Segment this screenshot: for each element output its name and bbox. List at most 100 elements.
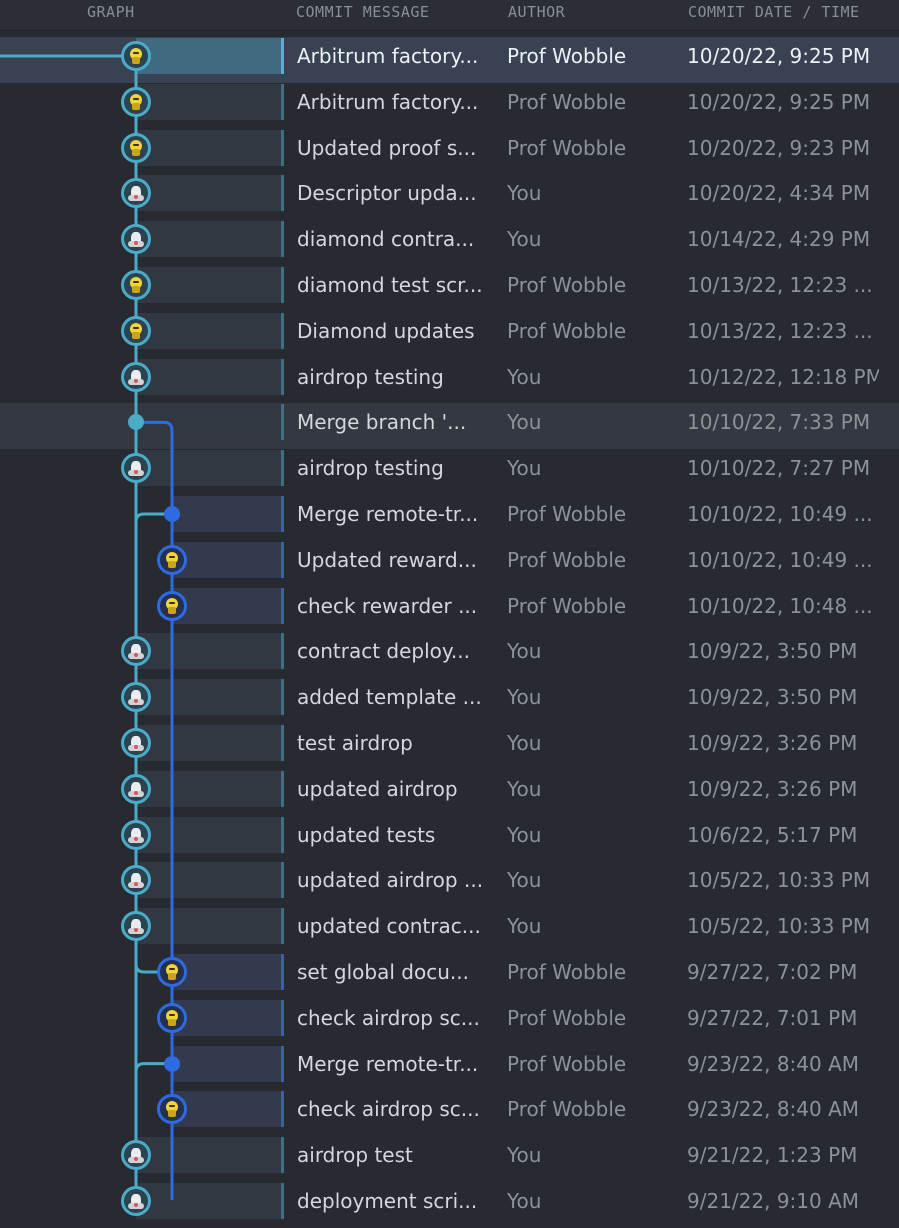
merge-commit-dot[interactable] bbox=[164, 506, 180, 522]
commit-author: You bbox=[507, 181, 542, 206]
commit-message: added template ... bbox=[297, 685, 482, 710]
commit-message: Descriptor upda... bbox=[297, 181, 477, 206]
commit-message: deployment scri... bbox=[297, 1189, 478, 1213]
prof-wobble-avatar[interactable] bbox=[157, 957, 187, 987]
prof-wobble-avatar[interactable] bbox=[157, 544, 187, 575]
graph-lane-band bbox=[172, 954, 282, 990]
graph-lane-band bbox=[136, 816, 282, 853]
commit-author: Prof Wobble bbox=[507, 89, 627, 114]
commit-row[interactable]: check rewarder ... Prof Wobble 10/10/22, 1… bbox=[0, 587, 899, 633]
prof-wobble-avatar[interactable] bbox=[121, 132, 151, 163]
graph-band-edge bbox=[281, 541, 284, 578]
you-avatar[interactable] bbox=[121, 819, 151, 850]
commit-author: You bbox=[507, 868, 542, 893]
commit-date: 10/10/22, 7:27 PM bbox=[687, 456, 871, 481]
commit-row[interactable]: set global docu... Prof Wobble 9/27/22, 7:… bbox=[0, 953, 899, 999]
graph-band-edge bbox=[281, 587, 284, 624]
commit-author: Prof Wobble bbox=[507, 960, 627, 984]
you-avatar[interactable] bbox=[121, 453, 151, 484]
graph-lane-band bbox=[172, 496, 282, 532]
commit-message: Merge remote-tr... bbox=[297, 502, 479, 526]
commit-row[interactable]: Merge remote-tr... Prof Wobble 9/23/22, 8:… bbox=[0, 1045, 899, 1091]
avatar-face-icon bbox=[166, 597, 178, 614]
commit-date: 10/13/22, 12:23 ... bbox=[687, 318, 873, 343]
commit-date: 9/27/22, 7:02 PM bbox=[687, 960, 858, 984]
graph-lane-band bbox=[136, 725, 282, 761]
graph-band-edge bbox=[281, 83, 284, 120]
commit-message: airdrop testing bbox=[297, 364, 444, 389]
you-avatar[interactable] bbox=[121, 773, 151, 804]
graph-lane-band bbox=[136, 1137, 282, 1174]
prof-wobble-avatar[interactable] bbox=[121, 270, 151, 300]
commit-date: 10/14/22, 4:29 PM bbox=[687, 227, 871, 252]
commit-author: Prof Wobble bbox=[507, 44, 627, 68]
avatar-face-icon bbox=[166, 1101, 178, 1118]
graph-lane-band bbox=[136, 679, 282, 716]
graph-lane-band bbox=[136, 267, 282, 303]
commit-author: You bbox=[507, 364, 542, 389]
you-avatar[interactable] bbox=[121, 728, 151, 758]
commit-date: 10/13/22, 12:23 ... bbox=[687, 273, 873, 297]
commit-author: You bbox=[507, 639, 542, 664]
you-avatar[interactable] bbox=[121, 361, 151, 392]
commit-date: 10/5/22, 10:33 PM bbox=[687, 914, 871, 939]
you-avatar[interactable] bbox=[121, 682, 151, 713]
commit-author: Prof Wobble bbox=[507, 135, 627, 160]
commit-author: Prof Wobble bbox=[507, 1005, 627, 1030]
merge-commit-dot[interactable] bbox=[164, 1055, 180, 1072]
graph-band-edge bbox=[281, 496, 284, 532]
commit-author: Prof Wobble bbox=[507, 593, 627, 618]
commit-date: 10/20/22, 9:25 PM bbox=[687, 44, 871, 68]
prof-wobble-avatar[interactable] bbox=[121, 315, 151, 346]
commit-row[interactable]: Merge remote-tr... Prof Wobble 10/10/22, 1… bbox=[0, 495, 899, 541]
avatar-face-icon bbox=[166, 964, 178, 980]
commit-message: check airdrop sc... bbox=[297, 1097, 480, 1122]
graph-lane-band bbox=[136, 38, 282, 74]
commit-author: You bbox=[507, 410, 542, 435]
commit-message: set global docu... bbox=[297, 960, 469, 984]
commit-author: Prof Wobble bbox=[507, 1097, 627, 1122]
avatar-face-icon bbox=[130, 139, 142, 156]
you-avatar[interactable] bbox=[121, 224, 151, 255]
prof-wobble-avatar[interactable] bbox=[121, 86, 151, 117]
avatar-face-icon bbox=[130, 93, 142, 110]
commit-date: 10/20/22, 9:23 PM bbox=[687, 135, 871, 160]
prof-wobble-avatar[interactable] bbox=[121, 41, 151, 71]
commit-row[interactable]: check airdrop sc... Prof Wobble 9/23/22, 8… bbox=[0, 1090, 899, 1136]
commit-date: 10/12/22, 12:18 PM bbox=[687, 364, 879, 389]
graph-column-header[interactable]: GRAPH bbox=[87, 0, 135, 30]
commit-message: updated contrac... bbox=[297, 914, 481, 939]
graph-lane-band bbox=[136, 450, 282, 487]
commit-author: Prof Wobble bbox=[507, 502, 627, 526]
graph-lane-band bbox=[136, 175, 282, 212]
you-avatar[interactable] bbox=[121, 1186, 151, 1216]
prof-wobble-avatar[interactable] bbox=[157, 1002, 187, 1033]
commit-message: updated airdrop ... bbox=[297, 868, 484, 893]
commit-row[interactable]: Updated reward... Prof Wobble 10/10/22, 10… bbox=[0, 541, 899, 587]
prof-wobble-avatar[interactable] bbox=[157, 590, 187, 621]
graph-lane-band bbox=[136, 862, 282, 899]
graph-lane-band bbox=[136, 770, 282, 807]
graph-band-edge bbox=[281, 816, 284, 853]
avatar-face-icon bbox=[128, 1194, 144, 1209]
graph-band-edge bbox=[281, 404, 284, 441]
you-avatar[interactable] bbox=[121, 911, 151, 942]
commit-row[interactable]: check airdrop sc... Prof Wobble 9/27/22, 7… bbox=[0, 999, 899, 1045]
graph-band-edge bbox=[281, 1183, 284, 1219]
avatar-face-icon bbox=[128, 186, 144, 202]
graph-lane-band bbox=[172, 587, 282, 624]
you-avatar[interactable] bbox=[121, 1140, 151, 1171]
avatar-face-icon bbox=[128, 1148, 144, 1164]
commit-message: check rewarder ... bbox=[297, 593, 478, 618]
avatar-face-icon bbox=[128, 232, 144, 248]
graph-lane-band bbox=[136, 129, 282, 166]
avatar-face-icon bbox=[130, 48, 142, 64]
commit-date-column-header[interactable]: COMMIT DATE / TIME bbox=[688, 0, 860, 30]
commit-message-column-header[interactable]: COMMIT MESSAGE bbox=[296, 0, 429, 30]
commit-author: Prof Wobble bbox=[507, 318, 627, 343]
commit-date: 10/10/22, 10:49 ... bbox=[687, 502, 873, 526]
author-column-header[interactable]: AUTHOR bbox=[508, 0, 565, 30]
commit-author: You bbox=[507, 731, 542, 755]
commit-message: diamond test scr... bbox=[297, 273, 483, 297]
commit-author: You bbox=[507, 685, 542, 710]
